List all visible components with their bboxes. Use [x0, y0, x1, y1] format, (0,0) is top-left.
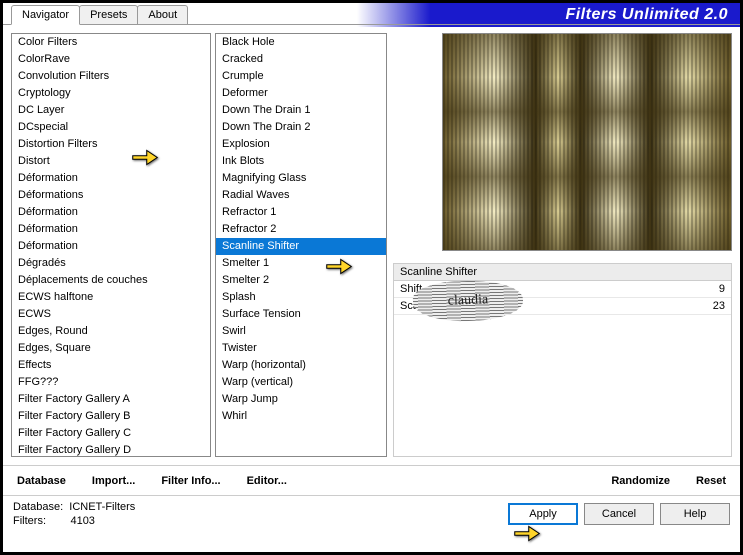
param-value: 23 [713, 300, 725, 312]
list-item[interactable]: Down The Drain 1 [216, 102, 386, 119]
list-item[interactable]: Filter Factory Gallery A [12, 391, 210, 408]
status-text: Database: ICNET-Filters Filters: 4103 [13, 500, 135, 528]
reset-button[interactable]: Reset [692, 473, 730, 489]
list-item[interactable]: DC Layer [12, 102, 210, 119]
tab-about[interactable]: About [137, 5, 188, 24]
list-item[interactable]: Convolution Filters [12, 68, 210, 85]
main-panel: Color FiltersColorRaveConvolution Filter… [3, 25, 740, 465]
list-item[interactable]: Crumple [216, 68, 386, 85]
preview-image [442, 33, 732, 251]
list-item[interactable]: Explosion [216, 136, 386, 153]
bottom-link-bar: Database Import... Filter Info... Editor… [3, 465, 740, 495]
list-item[interactable]: Deformer [216, 85, 386, 102]
list-item[interactable]: Déplacements de couches [12, 272, 210, 289]
tab-strip: Navigator Presets About [3, 5, 740, 24]
list-item[interactable]: Splash [216, 289, 386, 306]
list-item[interactable]: Swirl [216, 323, 386, 340]
editor-button[interactable]: Editor... [243, 473, 291, 489]
cancel-button[interactable]: Cancel [584, 503, 654, 525]
list-item[interactable]: Cryptology [12, 85, 210, 102]
list-item[interactable]: Radial Waves [216, 187, 386, 204]
list-item[interactable]: Filter Factory Gallery C [12, 425, 210, 442]
help-button[interactable]: Help [660, 503, 730, 525]
list-item[interactable]: ECWS halftone [12, 289, 210, 306]
list-item[interactable]: DCspecial [12, 119, 210, 136]
list-item[interactable]: Filter Factory Gallery D [12, 442, 210, 457]
list-item[interactable]: ColorRave [12, 51, 210, 68]
apply-button[interactable]: Apply [508, 503, 578, 525]
list-item[interactable]: Black Hole [216, 34, 386, 51]
import-button[interactable]: Import... [88, 473, 139, 489]
category-listbox[interactable]: Color FiltersColorRaveConvolution Filter… [11, 33, 211, 457]
list-item[interactable]: Déformation [12, 221, 210, 238]
list-item[interactable]: Surface Tension [216, 306, 386, 323]
tab-navigator[interactable]: Navigator [11, 5, 80, 25]
list-item[interactable]: Warp (horizontal) [216, 357, 386, 374]
list-item[interactable]: FFG??? [12, 374, 210, 391]
list-item[interactable]: Distortion Filters [12, 136, 210, 153]
list-item[interactable]: Edges, Round [12, 323, 210, 340]
randomize-button[interactable]: Randomize [607, 473, 674, 489]
list-item[interactable]: Ink Blots [216, 153, 386, 170]
list-item[interactable]: Filter Factory Gallery B [12, 408, 210, 425]
list-item[interactable]: Down The Drain 2 [216, 119, 386, 136]
list-item[interactable]: Déformation [12, 238, 210, 255]
list-item[interactable]: Smelter 2 [216, 272, 386, 289]
list-item[interactable]: Refractor 1 [216, 204, 386, 221]
current-filter-name: Scanline Shifter [393, 263, 732, 281]
filter-info-button[interactable]: Filter Info... [157, 473, 224, 489]
list-item[interactable]: Magnifying Glass [216, 170, 386, 187]
list-item[interactable]: Twister [216, 340, 386, 357]
filter-listbox[interactable]: Black HoleCrackedCrumpleDeformerDown The… [215, 33, 387, 457]
list-item[interactable]: ECWS [12, 306, 210, 323]
list-item[interactable]: Warp Jump [216, 391, 386, 408]
list-item[interactable]: Refractor 2 [216, 221, 386, 238]
param-value: 9 [719, 283, 725, 295]
list-item[interactable]: Scanline Shifter [216, 238, 386, 255]
list-item[interactable]: Edges, Square [12, 340, 210, 357]
list-item[interactable]: Déformations [12, 187, 210, 204]
list-item[interactable]: Whirl [216, 408, 386, 425]
list-item[interactable]: Color Filters [12, 34, 210, 51]
list-item[interactable]: Cracked [216, 51, 386, 68]
list-item[interactable]: Distort [12, 153, 210, 170]
database-button[interactable]: Database [13, 473, 70, 489]
list-item[interactable]: Dégradés [12, 255, 210, 272]
status-bar: Database: ICNET-Filters Filters: 4103 Ap… [3, 495, 740, 534]
list-item[interactable]: Déformation [12, 170, 210, 187]
list-item[interactable]: Effects [12, 357, 210, 374]
list-item[interactable]: Warp (vertical) [216, 374, 386, 391]
list-item[interactable]: Smelter 1 [216, 255, 386, 272]
tab-presets[interactable]: Presets [79, 5, 138, 24]
right-pane: Scanline Shifter Shift 9 Scanline Height… [391, 33, 732, 457]
list-item[interactable]: Déformation [12, 204, 210, 221]
